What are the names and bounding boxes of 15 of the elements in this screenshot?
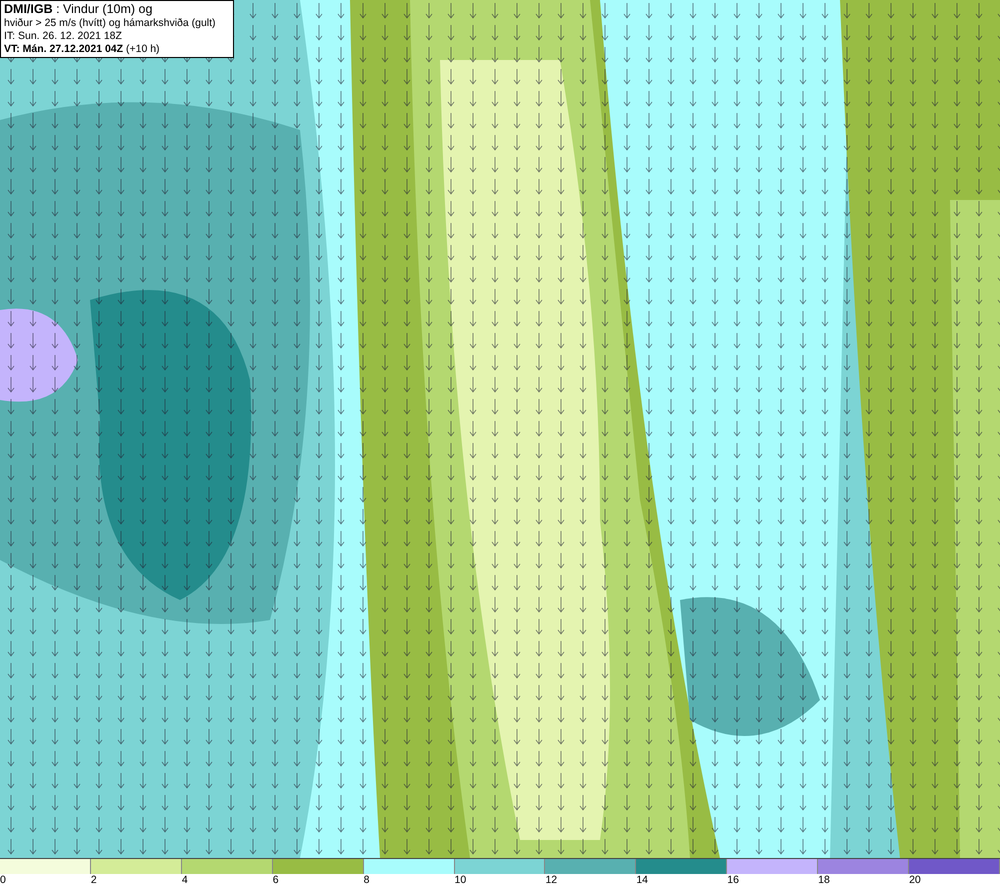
scale-label: 12 [545,874,558,887]
header-text: hviður > 25 m/s (hvítt) og hámarkshviða (gult) [4,17,217,30]
scale-label: 18 [818,874,830,887]
scale-label: 0 [0,874,6,887]
header-text: VT: Mán. 27.12.2021 04Z (+10 h) [4,43,161,56]
scale-label: 8 [364,874,370,887]
scale-label: 20 [909,874,921,887]
scale-label: 6 [272,874,279,887]
scale-label: 2 [90,874,97,887]
scale-label: 4 [182,874,188,887]
header-text: IT: Sun. 26. 12. 2021 18Z [4,30,123,43]
scale-label: 10 [454,874,466,887]
scale-label: 14 [636,874,648,887]
scale-label: 16 [727,874,739,887]
header-text: DMI/IGB : Vindur (10m) og [4,2,154,17]
